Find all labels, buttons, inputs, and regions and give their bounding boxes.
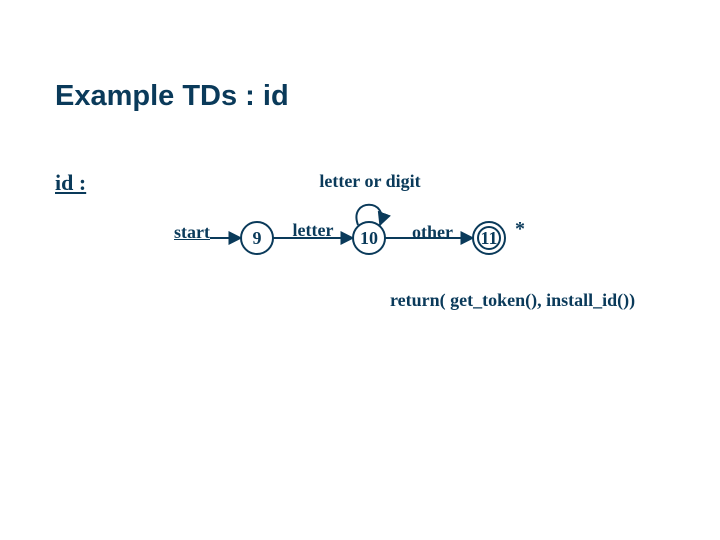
state-11-node-inner: [478, 227, 500, 249]
state-9-node: [241, 222, 273, 254]
transition-diagram: [0, 0, 720, 540]
state-10-node: [353, 222, 385, 254]
